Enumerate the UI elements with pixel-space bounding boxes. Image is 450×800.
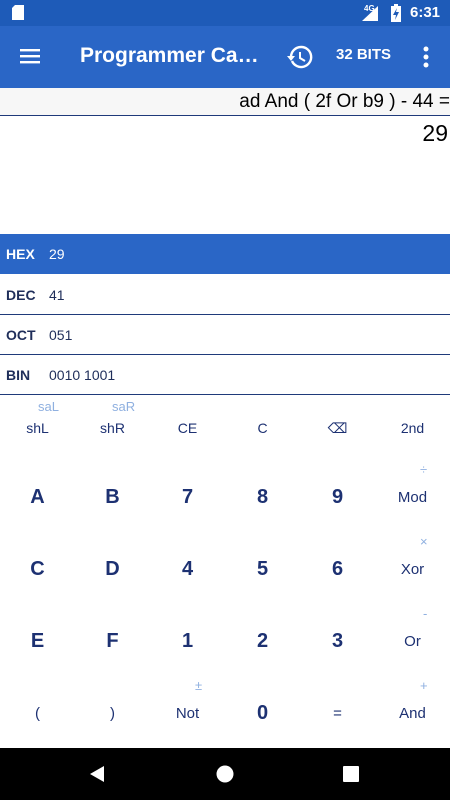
result-display: 29	[0, 116, 450, 234]
shift-left-button[interactable]: shL	[0, 415, 75, 441]
key-e[interactable]: E	[0, 621, 75, 661]
key-d[interactable]: D	[75, 549, 150, 589]
battery-charging-icon	[391, 4, 401, 22]
key-3[interactable]: 3	[300, 621, 375, 661]
mod-button[interactable]: Mod	[375, 477, 450, 517]
back-icon[interactable]	[88, 765, 106, 783]
base-label: DEC	[6, 287, 36, 303]
and-button[interactable]: And	[375, 693, 450, 733]
key-4[interactable]: 4	[150, 549, 225, 589]
key-0[interactable]: 0	[225, 693, 300, 733]
home-icon[interactable]	[216, 765, 234, 783]
key-c[interactable]: C	[0, 549, 75, 589]
secondary-label-sal: saL	[38, 399, 59, 414]
key-8[interactable]: 8	[225, 477, 300, 517]
expression-display: ad And ( 2f Or b9 ) - 44 =	[0, 88, 450, 116]
keypad: saL saR shL shR CE C ⌫ 2nd A B 7 8 9 ÷ M…	[0, 395, 450, 747]
backspace-button[interactable]: ⌫	[300, 415, 375, 441]
base-row-oct[interactable]: OCT 051	[0, 315, 450, 355]
app-bar: Programmer Calculator 32 BITS	[0, 26, 450, 88]
sd-card-icon	[12, 5, 24, 20]
navigation-bar	[0, 748, 450, 800]
key-a[interactable]: A	[0, 477, 75, 517]
page-title: Programmer Calculator	[80, 44, 260, 67]
more-options-icon[interactable]	[418, 45, 434, 69]
recents-icon[interactable]	[343, 766, 359, 782]
equals-button[interactable]: =	[300, 693, 375, 733]
clear-button[interactable]: C	[225, 415, 300, 441]
clock: 6:31	[410, 4, 441, 21]
key-6[interactable]: 6	[300, 549, 375, 589]
key-b[interactable]: B	[75, 477, 150, 517]
status-bar: 4G 6:31	[0, 0, 450, 26]
secondary-label-sar: saR	[112, 399, 136, 414]
key-1[interactable]: 1	[150, 621, 225, 661]
not-button[interactable]: Not	[150, 693, 225, 733]
base-value: 41	[49, 287, 65, 303]
close-paren-button[interactable]: )	[75, 693, 150, 733]
secondary-label-subtract: -	[423, 606, 428, 621]
base-label: HEX	[6, 246, 35, 262]
expression-text: ad And ( 2f Or b9 ) - 44 =	[239, 91, 450, 112]
key-9[interactable]: 9	[300, 477, 375, 517]
base-row-bin[interactable]: BIN 0010 1001	[0, 355, 450, 395]
base-row-dec[interactable]: DEC 41	[0, 275, 450, 315]
secondary-label-divide: ÷	[420, 462, 428, 477]
base-value: 29	[49, 246, 65, 262]
or-button[interactable]: Or	[375, 621, 450, 661]
key-2[interactable]: 2	[225, 621, 300, 661]
menu-icon[interactable]	[18, 46, 42, 66]
result-text: 29	[422, 120, 448, 146]
clear-entry-button[interactable]: CE	[150, 415, 225, 441]
key-7[interactable]: 7	[150, 477, 225, 517]
base-value: 0010 1001	[49, 367, 116, 383]
network-type-label: 4G	[364, 4, 375, 13]
base-label: BIN	[6, 367, 31, 383]
open-paren-button[interactable]: (	[0, 693, 75, 733]
xor-button[interactable]: Xor	[375, 549, 450, 589]
shift-right-button[interactable]: shR	[75, 415, 150, 441]
word-size-button[interactable]: 32 BITS	[336, 46, 391, 63]
base-label: OCT	[6, 327, 36, 343]
key-f[interactable]: F	[75, 621, 150, 661]
key-5[interactable]: 5	[225, 549, 300, 589]
secondary-label-negate: ±	[195, 678, 203, 693]
secondary-label-multiply: ×	[420, 534, 428, 549]
base-value: 051	[49, 327, 73, 343]
second-function-button[interactable]: 2nd	[375, 415, 450, 441]
secondary-label-add: +	[420, 678, 428, 693]
base-row-hex[interactable]: HEX 29	[0, 234, 450, 274]
history-icon[interactable]	[287, 44, 313, 70]
